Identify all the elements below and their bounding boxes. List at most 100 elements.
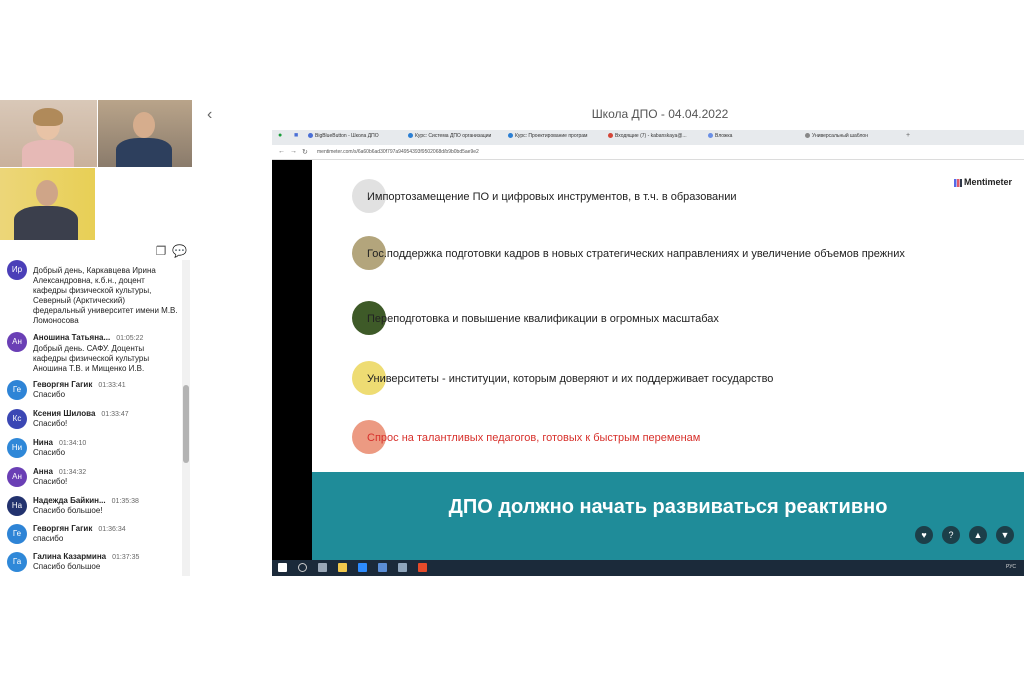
slide-banner: ДПО должно начать развиваться реактивно … (312, 472, 1024, 560)
sender-name: Надежда Байкин... 01:35:38 (33, 496, 139, 505)
message-text: спасибо (33, 534, 64, 543)
screen-letterbox (272, 160, 312, 560)
sender-name: Геворгян Гагик 01:36:34 (33, 524, 126, 533)
tab-favicon-icon (608, 133, 613, 139)
windows-taskbar: РУС (272, 560, 1024, 576)
app-icon[interactable]: ■ (294, 132, 298, 139)
chat-scrollbar-thumb[interactable] (183, 385, 189, 463)
back-arrow-icon[interactable]: ‹ (207, 106, 212, 124)
sender-name-text: Анна (33, 467, 53, 476)
message-time: 01:36:34 (98, 526, 126, 533)
participant-video-1[interactable] (0, 100, 97, 167)
conference-app: ❐ 💬 Ир Добрый день, Каркавцева Ирина Але… (0, 100, 1024, 576)
browser-tab[interactable]: Курс: Проектирование програм (508, 133, 598, 143)
tab-label: Входящие (7) - kabanskaya@... (615, 133, 687, 139)
tab-favicon-icon (508, 133, 513, 139)
browser-address-bar: ← → ↻ mentimeter.com/s/6a60b6ad30f797a94… (272, 145, 1024, 160)
message-text: Спасибо большое! (33, 506, 103, 515)
browser-tab[interactable]: Курс: Система ДПО организации (408, 133, 498, 143)
option-text-1: Импортозамещение ПО и цифровых инструмен… (367, 191, 737, 203)
participant-face (133, 112, 155, 138)
task-view-icon[interactable] (318, 563, 327, 572)
back-icon[interactable]: ← (278, 148, 285, 155)
system-tray-language[interactable]: РУС (1006, 564, 1016, 570)
start-icon[interactable] (278, 563, 287, 572)
url-field[interactable]: mentimeter.com/s/6a60b6ad30f797a94954393… (317, 149, 479, 155)
question-icon[interactable]: ? (942, 526, 960, 544)
option-text-2: Гос.поддержка подготовки кадров в новых … (367, 248, 905, 260)
search-icon[interactable] (298, 563, 307, 572)
chat-toolbar: ❐ 💬 (0, 241, 192, 261)
browser-tab-bar: ● ■ BigBlueButton - Школа ДПО Курс: Сист… (272, 130, 1024, 145)
shared-screen: ● ■ BigBlueButton - Школа ДПО Курс: Сист… (272, 130, 1024, 576)
chat-panel: Ир Добрый день, Каркавцева Ирина Алексан… (0, 260, 192, 576)
option-text-5: Спрос на талантливых педагогов, готовых … (367, 432, 701, 444)
message-time: 01:33:41 (98, 382, 126, 389)
message-text: Спасибо (33, 390, 66, 399)
browser-tab[interactable]: BigBlueButton - Школа ДПО (308, 133, 398, 143)
avatar: Га (7, 552, 27, 572)
message-text: Спасибо! (33, 477, 68, 486)
tab-label: Вложка (715, 133, 733, 139)
heart-icon[interactable]: ♥ (915, 526, 933, 544)
avatar: Ни (7, 438, 27, 458)
participant-video-2[interactable] (98, 100, 192, 167)
mentimeter-brand-text: Mentimeter (964, 177, 1013, 187)
message-time: 01:33:47 (101, 411, 129, 418)
explorer-icon[interactable] (338, 563, 347, 572)
browser-taskbar-icon[interactable] (418, 563, 427, 572)
forward-icon[interactable]: → (290, 148, 297, 155)
message-text: Спасибо (33, 448, 66, 457)
browser-menu-icon[interactable]: ● (278, 132, 282, 139)
thumbs-down-icon[interactable]: ▼ (996, 526, 1014, 544)
avatar: Ан (7, 467, 27, 487)
sender-name-text: Геворгян Гагик (33, 380, 93, 389)
participant-body (14, 206, 78, 240)
sender-name: Ксения Шилова 01:33:47 (33, 409, 129, 418)
copy-icon[interactable]: ❐ (154, 244, 168, 258)
presentation-title: Школа ДПО - 04.04.2022 (591, 107, 729, 121)
app-icon[interactable] (398, 563, 407, 572)
message-time: 01:34:32 (58, 469, 87, 476)
sender-name: Геворгян Гагик 01:33:41 (33, 380, 126, 389)
tab-label: Курс: Система ДПО организации (415, 133, 492, 139)
sender-name-text: Геворгян Гагик (33, 524, 93, 533)
thumbs-up-icon[interactable]: ▲ (969, 526, 987, 544)
participant-body (116, 138, 172, 167)
participant-video-3[interactable] (0, 168, 95, 240)
mentimeter-logo-icon (954, 178, 962, 187)
option-text-4: Университеты - институции, которым довер… (367, 373, 774, 385)
tab-favicon-icon (408, 133, 413, 139)
message-time: 01:37:35 (112, 554, 140, 561)
tab-favicon-icon (308, 133, 313, 139)
message-text: Спасибо большое (33, 562, 101, 571)
tab-favicon-icon (805, 133, 810, 139)
sender-name-text: Галина Казармина (33, 552, 107, 561)
sender-name-text: Аношина Татьяна... (33, 333, 111, 342)
reload-icon[interactable]: ↻ (302, 148, 308, 156)
message-time: 01:35:38 (111, 498, 139, 505)
mentimeter-logo: Mentimeter (954, 177, 1012, 187)
sender-name: Аношина Татьяна... 01:05:22 (33, 333, 143, 342)
browser-tab[interactable]: Входящие (7) - kabanskaya@... (608, 133, 698, 143)
mentimeter-slide: Mentimeter Импортозамещение ПО и цифровы… (312, 160, 1024, 560)
sender-name-text: Ксения Шилова (33, 409, 96, 418)
chat-bubbles-icon[interactable]: 💬 (172, 244, 187, 258)
browser-tab[interactable]: Вложка (708, 133, 798, 143)
avatar: Ге (7, 380, 27, 400)
avatar: Ан (7, 332, 27, 352)
participant-face (36, 180, 58, 206)
tab-label: Курс: Проектирование програм (515, 133, 588, 139)
message-text: Спасибо! (33, 419, 68, 428)
sender-name: Галина Казармина 01:37:35 (33, 552, 139, 561)
word-icon[interactable] (378, 563, 387, 572)
zoom-icon[interactable] (358, 563, 367, 572)
sender-name-text: Надежда Байкин... (33, 496, 106, 505)
new-tab-icon[interactable]: + (906, 132, 910, 139)
tab-label: Универсальный шаблон (812, 133, 868, 139)
message-text: Добрый день, Каркавцева Ирина Александро… (33, 266, 178, 325)
avatar: Ге (7, 524, 27, 544)
avatar: Кс (7, 409, 27, 429)
browser-tab[interactable]: Универсальный шаблон (805, 133, 905, 143)
banner-heading: ДПО должно начать развиваться реактивно (448, 496, 888, 518)
